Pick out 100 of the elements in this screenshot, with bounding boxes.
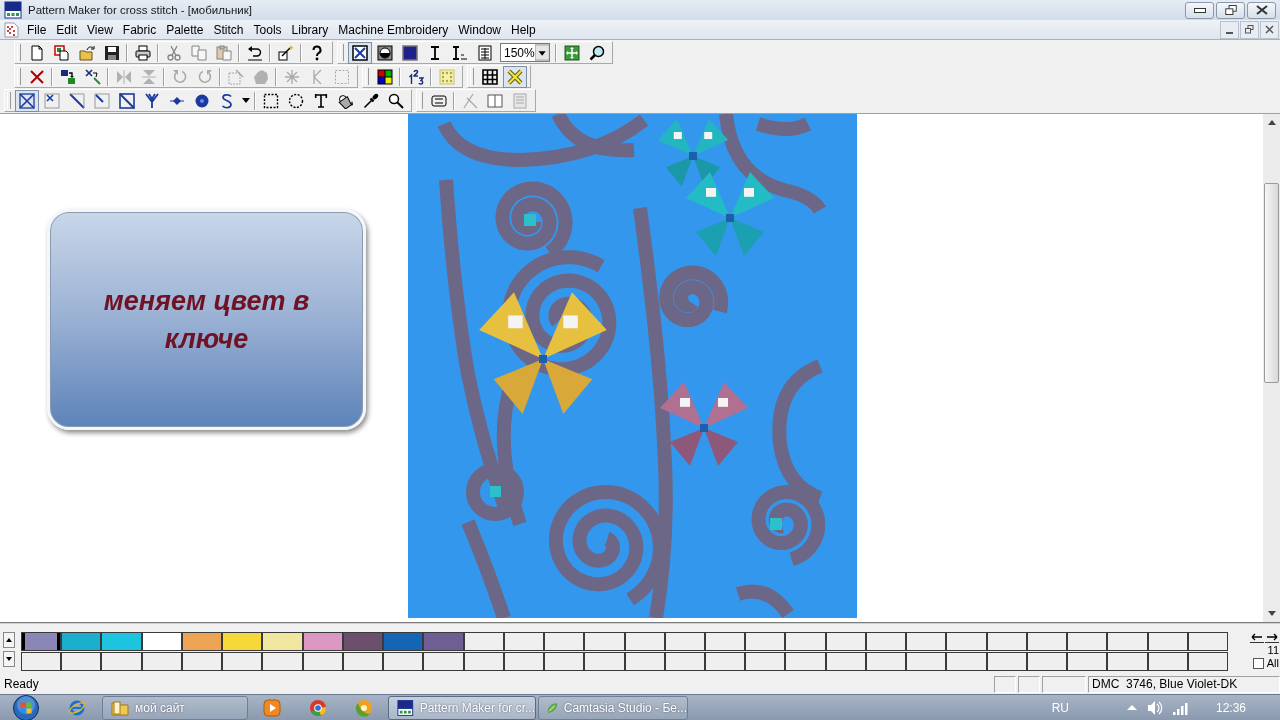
rotate-icon xyxy=(171,68,188,85)
filled-square-icon xyxy=(401,44,418,61)
crossed-square-icon xyxy=(18,92,35,109)
eyedropper-icon xyxy=(362,92,379,109)
menu-item[interactable]: Machine Embroidery xyxy=(333,20,454,39)
printer-icon xyxy=(134,44,151,61)
menu-item[interactable]: Edit xyxy=(51,20,83,39)
zoom-select[interactable]: 150% xyxy=(500,43,550,62)
restore-icon xyxy=(1245,25,1254,34)
palette-up-button[interactable] xyxy=(3,632,15,648)
color-swatch[interactable] xyxy=(141,632,182,651)
dashed-square-line-icon xyxy=(227,68,244,85)
crossed-square-icon xyxy=(351,44,368,61)
circle-square-icon xyxy=(376,44,393,61)
menu-item[interactable]: Help xyxy=(506,20,541,39)
status-panel xyxy=(1042,675,1086,693)
scroll-left-button[interactable] xyxy=(1250,632,1264,643)
caret-icon xyxy=(534,44,549,61)
menu-item[interactable]: Palette xyxy=(161,20,209,39)
up-arrow-icon xyxy=(1267,120,1276,125)
triangles-icon xyxy=(115,68,132,85)
clock-time: 12:36 xyxy=(1215,700,1246,715)
color-swatch[interactable] xyxy=(101,632,142,651)
close-button[interactable] xyxy=(1260,20,1279,39)
color-swatch[interactable] xyxy=(21,632,62,651)
color-swatch[interactable] xyxy=(302,632,343,651)
menu-item[interactable]: Fabric xyxy=(117,20,162,39)
scroll-thumb[interactable] xyxy=(1264,183,1279,383)
right-arrow-icon xyxy=(1266,633,1278,641)
grid-icon xyxy=(481,68,498,85)
minimize-icon xyxy=(1226,31,1233,34)
split-square-icon xyxy=(486,92,503,109)
minimize-button[interactable] xyxy=(1220,20,1239,39)
restore-button[interactable] xyxy=(1216,1,1245,19)
orbit-ring-icon xyxy=(68,698,86,717)
minimize-button[interactable] xyxy=(1185,1,1214,19)
diagonal-square-icon xyxy=(118,92,135,109)
status-panel xyxy=(994,675,1016,693)
list-icon xyxy=(476,44,493,61)
x-mark-icon xyxy=(28,68,45,85)
letter-i-lines-icon xyxy=(451,44,468,61)
color-swatch[interactable] xyxy=(423,632,464,651)
paint-bucket-icon xyxy=(337,92,354,109)
crossed-lines-icon xyxy=(461,92,478,109)
scroll-right-button[interactable] xyxy=(1265,632,1279,643)
full-stitch-button[interactable] xyxy=(14,89,39,112)
grip-handle[interactable] xyxy=(17,44,21,61)
close-button[interactable] xyxy=(1247,1,1276,19)
close-icon xyxy=(1255,5,1268,15)
speaker-icon xyxy=(1146,699,1163,716)
grip-handle[interactable] xyxy=(470,68,474,85)
cross-view-button[interactable] xyxy=(347,41,372,64)
grip-handle[interactable] xyxy=(17,68,21,85)
left-arrow-icon xyxy=(1251,633,1263,641)
color-swatch[interactable] xyxy=(383,632,424,651)
menu-item[interactable]: Stitch xyxy=(208,20,249,39)
grip-handle[interactable] xyxy=(340,44,344,61)
restore-button[interactable] xyxy=(1240,20,1259,39)
menu-item[interactable]: Library xyxy=(286,20,334,39)
magnifier-icon xyxy=(588,44,605,61)
color-swatch[interactable] xyxy=(222,632,263,651)
down-arrow-icon xyxy=(1267,611,1276,616)
close-icon xyxy=(1265,25,1274,34)
folder-icon xyxy=(78,44,95,61)
all-checkbox[interactable] xyxy=(1252,657,1264,669)
x-arrow-icon xyxy=(84,68,101,85)
short-diagonal-icon xyxy=(93,92,110,109)
menu-item[interactable]: File xyxy=(22,20,52,39)
cross-button[interactable] xyxy=(502,65,527,88)
rotate-icon xyxy=(196,68,213,85)
color-swatch[interactable] xyxy=(342,632,384,651)
triangles-icon xyxy=(140,68,157,85)
ball-icon xyxy=(355,698,373,717)
signal-bars-icon xyxy=(1172,700,1188,715)
color-swap-icon xyxy=(59,68,76,85)
square-logo-icon xyxy=(4,1,22,19)
fork-arrow-icon xyxy=(143,92,160,109)
color-swatch[interactable] xyxy=(61,632,102,651)
menu-item[interactable]: Tools xyxy=(248,20,287,39)
palette-down-button[interactable] xyxy=(3,651,15,667)
menu-item[interactable]: View xyxy=(82,20,118,39)
up-arrow-icon xyxy=(6,638,12,642)
window-title: Pattern Maker for cross stitch - [мобильник] xyxy=(28,4,253,16)
square-logo-icon xyxy=(397,698,414,717)
asterisk-icon xyxy=(283,68,300,85)
menu-item[interactable]: Window xyxy=(453,20,506,39)
clipboard-icon xyxy=(215,44,232,61)
color-swatch[interactable] xyxy=(181,632,223,651)
all-label: All xyxy=(1266,657,1279,669)
tricolor-circle-icon xyxy=(309,698,327,717)
grip-handle[interactable] xyxy=(419,92,423,109)
grip-handle[interactable] xyxy=(7,92,11,109)
grip-handle[interactable] xyxy=(365,68,369,85)
color-swatch[interactable] xyxy=(262,632,303,651)
up-arrow-icon xyxy=(1126,705,1137,710)
scissors-icon xyxy=(165,44,182,61)
dotted-grid-icon xyxy=(438,68,455,85)
dashed-square-icon xyxy=(333,68,350,85)
color-count: 11 xyxy=(1267,644,1279,656)
disc-icon xyxy=(193,92,210,109)
